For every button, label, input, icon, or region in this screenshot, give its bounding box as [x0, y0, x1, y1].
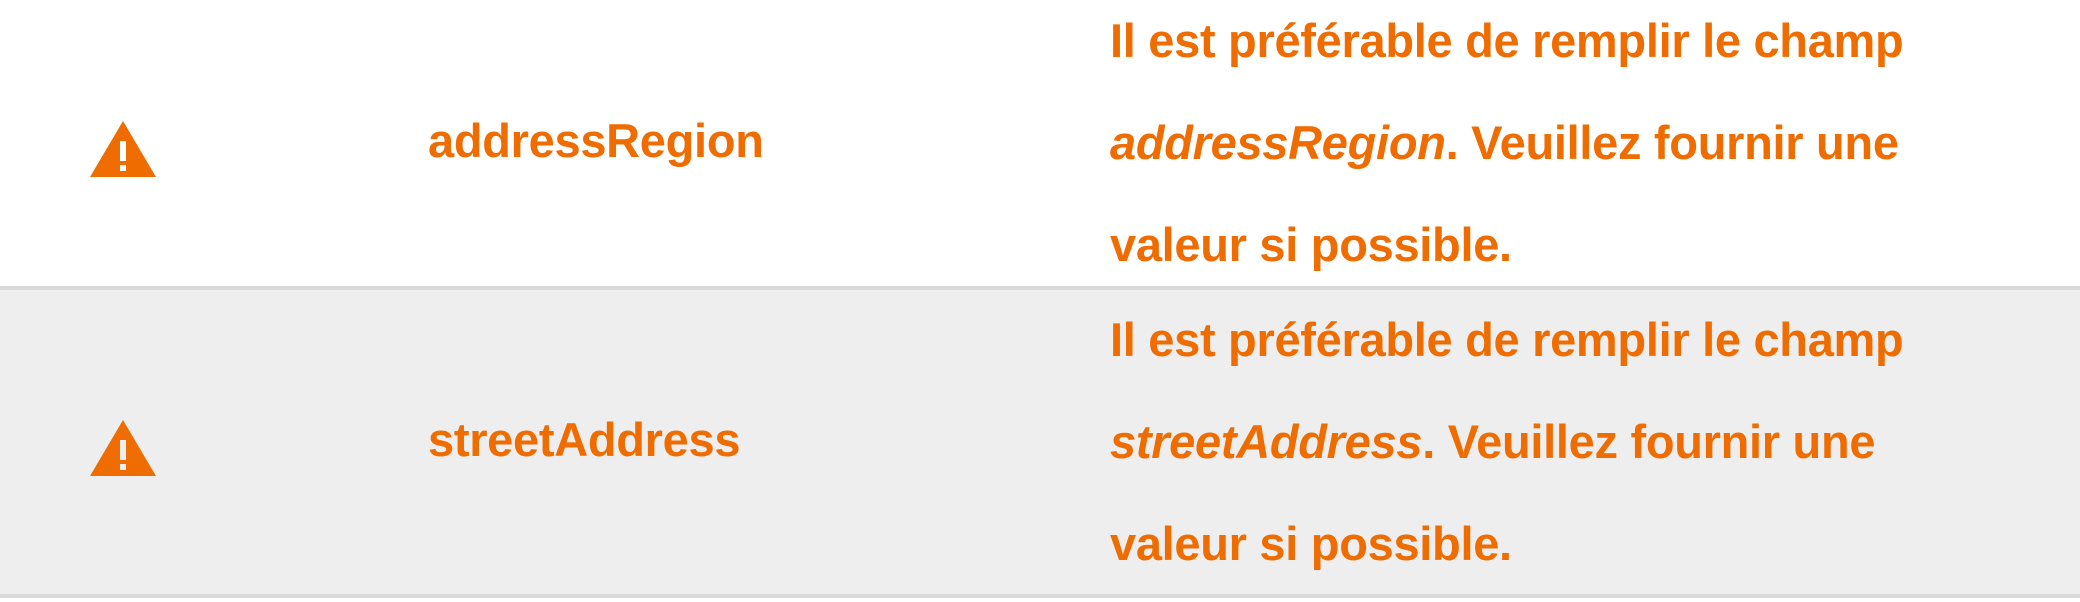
status-cell: [88, 290, 158, 594]
field-message: Il est préférable de remplir le champ ad…: [1110, 0, 2070, 286]
warning-icon: [90, 420, 156, 476]
message-line: valeur si possible.: [1110, 517, 1512, 570]
message-line: Il est préférable de remplir le champ: [1110, 313, 1904, 366]
warning-icon: [90, 121, 156, 177]
validation-table: addressRegion Il est préférable de rempl…: [0, 0, 2080, 598]
status-cell: [88, 0, 158, 286]
message-field-name: streetAddress: [1110, 415, 1423, 468]
message-line: . Veuillez fournir une: [1445, 116, 1899, 169]
field-message: Il est préférable de remplir le champ st…: [1110, 290, 2070, 594]
field-name: addressRegion: [428, 113, 764, 167]
message-field-name: addressRegion: [1110, 116, 1446, 169]
table-row: addressRegion Il est préférable de rempl…: [0, 0, 2080, 290]
field-name: streetAddress: [428, 412, 741, 466]
message-line: valeur si possible.: [1110, 218, 1512, 271]
message-line: Il est préférable de remplir le champ: [1110, 14, 1904, 67]
message-line: . Veuillez fournir une: [1422, 415, 1876, 468]
table-row: streetAddress Il est préférable de rempl…: [0, 290, 2080, 598]
